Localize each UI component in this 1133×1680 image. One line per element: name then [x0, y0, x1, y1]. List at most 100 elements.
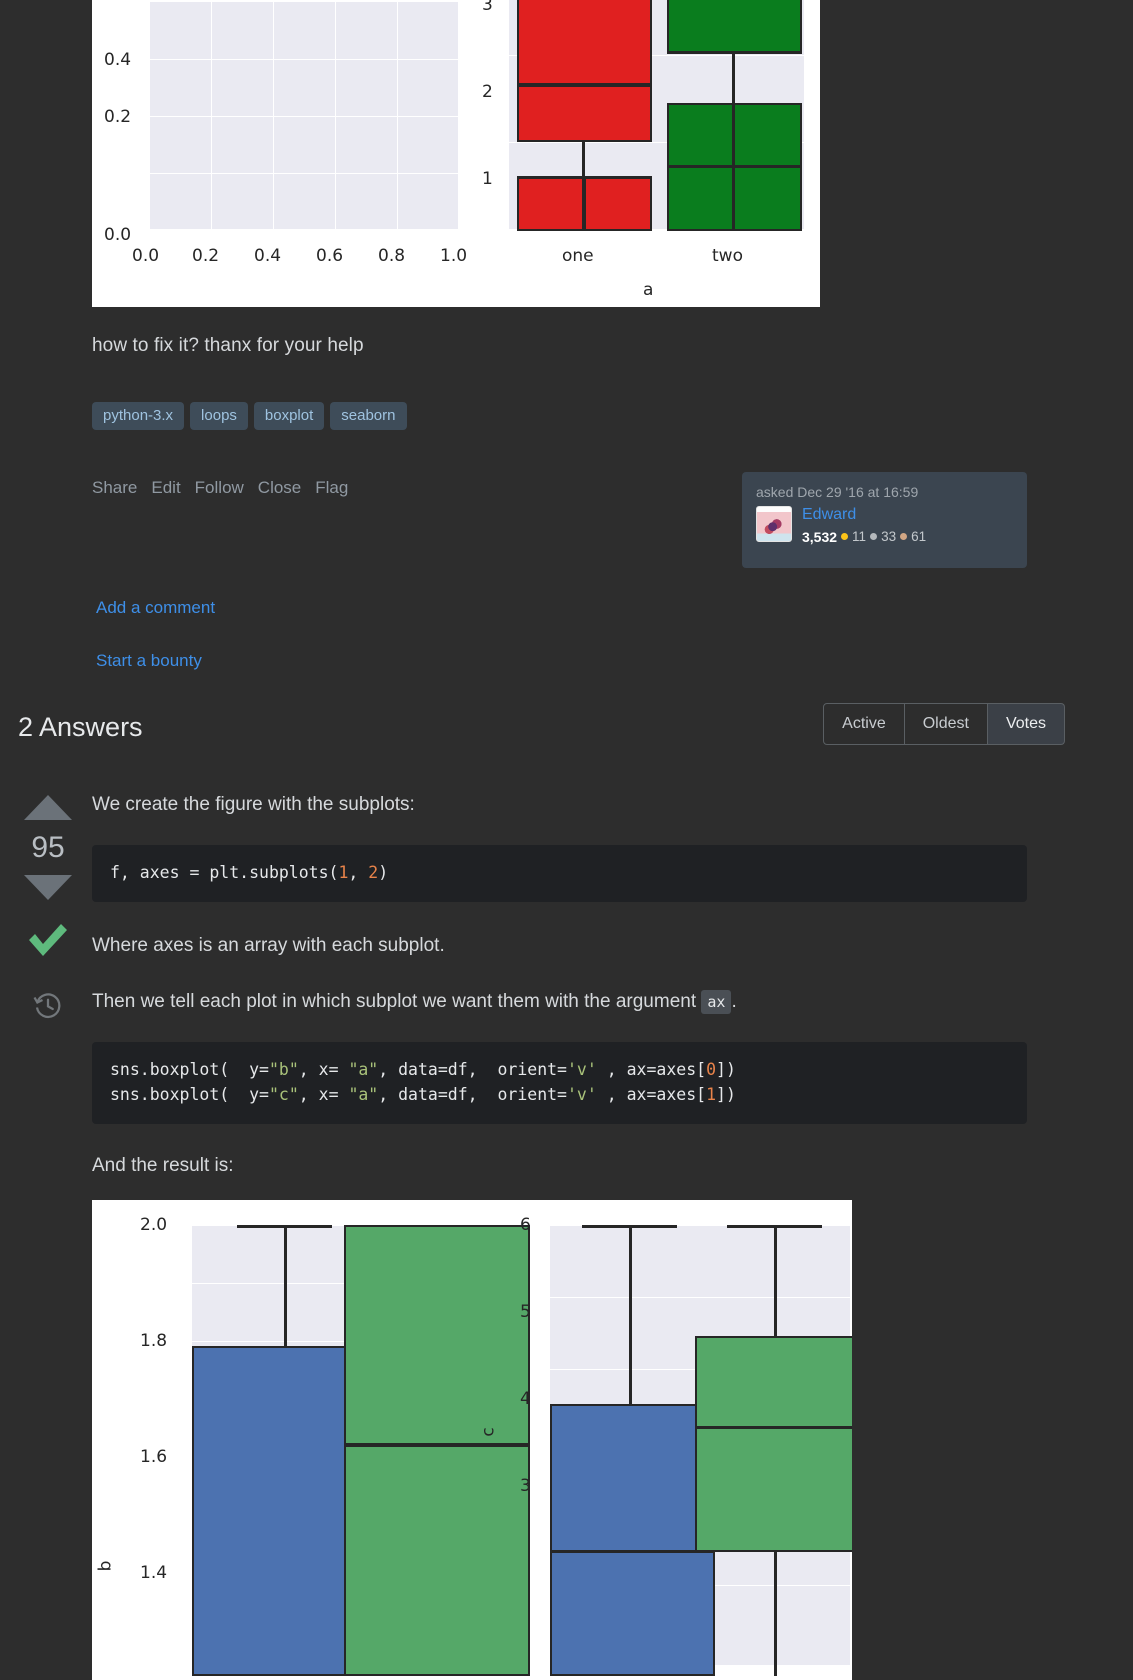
code1-pre: f, axes = plt.subplots(	[110, 863, 339, 882]
tag-boxplot[interactable]: boxplot	[253, 402, 325, 430]
close-link[interactable]: Close	[258, 478, 301, 498]
q-left-xtick: 0.6	[316, 246, 344, 266]
code2-l1-a: sns.boxplot( y=	[110, 1060, 269, 1079]
tab-votes[interactable]: Votes	[987, 703, 1065, 745]
a-right-ylabel: c	[478, 1427, 499, 1437]
bronze-badge-count: 61	[911, 529, 927, 545]
asked-timestamp: asked Dec 29 '16 at 16:59	[756, 484, 919, 500]
answers-count-heading: 2 Answers	[18, 712, 143, 742]
question-body-tail: how to fix it? thanx for your help	[92, 335, 364, 356]
a-left-ytick: 1.6	[140, 1447, 168, 1467]
start-a-bounty-link[interactable]: Start a bounty	[96, 651, 202, 671]
a-c-two-box-upper	[695, 1336, 852, 1428]
q-left-xtick: 1.0	[440, 246, 468, 266]
tag-list: python-3.x loops boxplot seaborn	[92, 402, 407, 430]
a-right-ytick: 3	[520, 1476, 531, 1496]
tag-loops[interactable]: loops	[190, 402, 248, 430]
q-box-one-tail-b	[584, 177, 652, 231]
q-left-ytick: 0.0	[104, 225, 132, 245]
q-right-xtick-two: two	[712, 246, 743, 266]
flag-link[interactable]: Flag	[315, 478, 348, 498]
q-box-two-upper	[667, 0, 802, 53]
a-c-two-whisker-bottom	[774, 1551, 777, 1676]
answer-history-icon[interactable]	[24, 991, 72, 1026]
q-box-one-tail-a	[517, 177, 584, 231]
code2-l1-str1: "b"	[268, 1060, 299, 1079]
q-median-two	[667, 165, 802, 168]
a-b-two-box-upper	[344, 1225, 530, 1445]
owner-username[interactable]: Edward	[802, 506, 926, 524]
downvote-button[interactable]	[24, 875, 72, 900]
a-c-one-whisker-top	[629, 1225, 632, 1405]
answer-paragraph-4: And the result is:	[92, 1155, 234, 1176]
q-left-ytick: 0.4	[104, 50, 132, 70]
tag-python-3x[interactable]: python-3.x	[92, 402, 185, 430]
q-box-one-upper	[517, 0, 652, 85]
q-whisker-one	[582, 142, 585, 177]
q-left-xtick: 0.0	[132, 246, 160, 266]
silver-badge-icon	[870, 533, 878, 541]
code2-l2-str3: 'v'	[567, 1084, 597, 1104]
inline-code-ax: ax	[701, 990, 732, 1014]
tag-seaborn[interactable]: seaborn	[330, 402, 407, 430]
code-block-subplots[interactable]: f, axes = plt.subplots(1, 2)	[92, 845, 1027, 902]
edit-link[interactable]: Edit	[151, 478, 180, 498]
code1-num2: 2	[368, 863, 379, 882]
code1-num1: 1	[338, 863, 349, 882]
q-right-ytick: 1	[482, 169, 493, 189]
code1-post: )	[378, 863, 389, 882]
q-subplot-left-plotarea	[149, 2, 459, 230]
bronze-badge-icon	[900, 533, 908, 541]
question-result-figure: 0.4 0.2 0.0 0.0 0.2 0.4 0.6 0.8 1.0 3 2 …	[92, 0, 820, 307]
a-b-two-box-lower	[344, 1445, 530, 1676]
tab-active[interactable]: Active	[823, 703, 905, 745]
accepted-answer-checkmark-icon[interactable]	[24, 922, 72, 965]
code2-l1-num: 0	[706, 1060, 717, 1079]
owner-reputation-row: 3,532 11 33 61	[802, 529, 926, 545]
q-right-xlabel: a	[643, 280, 654, 300]
gold-badge-icon	[841, 533, 849, 541]
a-right-ytick: 4	[520, 1389, 531, 1409]
code2-l2-str2: "a"	[348, 1084, 379, 1104]
a-left-ytick: 1.8	[140, 1331, 168, 1351]
a-b-one-whisker-top	[284, 1225, 287, 1347]
silver-badge-count: 33	[881, 529, 897, 545]
code-block-boxplot-calls[interactable]: sns.boxplot( y="b", x= "a", data=df, ori…	[92, 1042, 1027, 1124]
q-whisker-two	[732, 52, 735, 104]
a-left-ytick: 2.0	[140, 1215, 168, 1235]
add-a-comment-link[interactable]: Add a comment	[96, 598, 215, 618]
a-right-ytick: 5	[520, 1302, 531, 1322]
tab-oldest[interactable]: Oldest	[904, 703, 988, 745]
q-left-xtick: 0.8	[378, 246, 406, 266]
a-c-one-box-upper	[550, 1404, 715, 1552]
a-left-ylabel: b	[95, 1560, 116, 1572]
q-cap-two	[667, 51, 802, 54]
question-owner-card: asked Dec 29 '16 at 16:59 Edward 3,532 1…	[742, 472, 1027, 568]
reputation-value: 3,532	[802, 528, 838, 545]
q-whisker-two-inner	[732, 103, 735, 231]
code1-mid: ,	[348, 863, 369, 882]
code2-l2-str1: "c"	[268, 1084, 299, 1104]
vote-score: 95	[31, 831, 65, 864]
code2-l2-num: 1	[706, 1084, 717, 1104]
q-box-one-lower	[517, 85, 652, 142]
q-right-ytick: 2	[482, 82, 493, 102]
answer-paragraph-3: Then we tell each plot in which subplot …	[92, 988, 737, 1016]
answer-paragraph-1: We create the figure with the subplots:	[92, 794, 415, 815]
a-c-two-whisker-top	[774, 1225, 777, 1337]
a-right-ytick: 6	[520, 1215, 531, 1235]
answer-sort-tabs: Active Oldest Votes	[823, 703, 1065, 745]
code2-l1-str3: 'v'	[567, 1060, 597, 1079]
question-actions: Share Edit Follow Close Flag	[92, 478, 348, 498]
share-link[interactable]: Share	[92, 478, 137, 498]
answer-p3-pre: Then we tell each plot in which subplot …	[92, 991, 697, 1012]
q-left-xtick: 0.2	[192, 246, 220, 266]
follow-link[interactable]: Follow	[195, 478, 244, 498]
upvote-button[interactable]	[24, 795, 72, 820]
gold-badge-count: 11	[852, 529, 867, 545]
a-c-one-box-lower	[550, 1551, 715, 1676]
answer-vote-column: 95	[24, 795, 72, 1026]
a-left-ytick: 1.4	[140, 1563, 168, 1583]
avatar[interactable]	[756, 506, 792, 542]
code2-l1-str2: "a"	[348, 1060, 379, 1079]
